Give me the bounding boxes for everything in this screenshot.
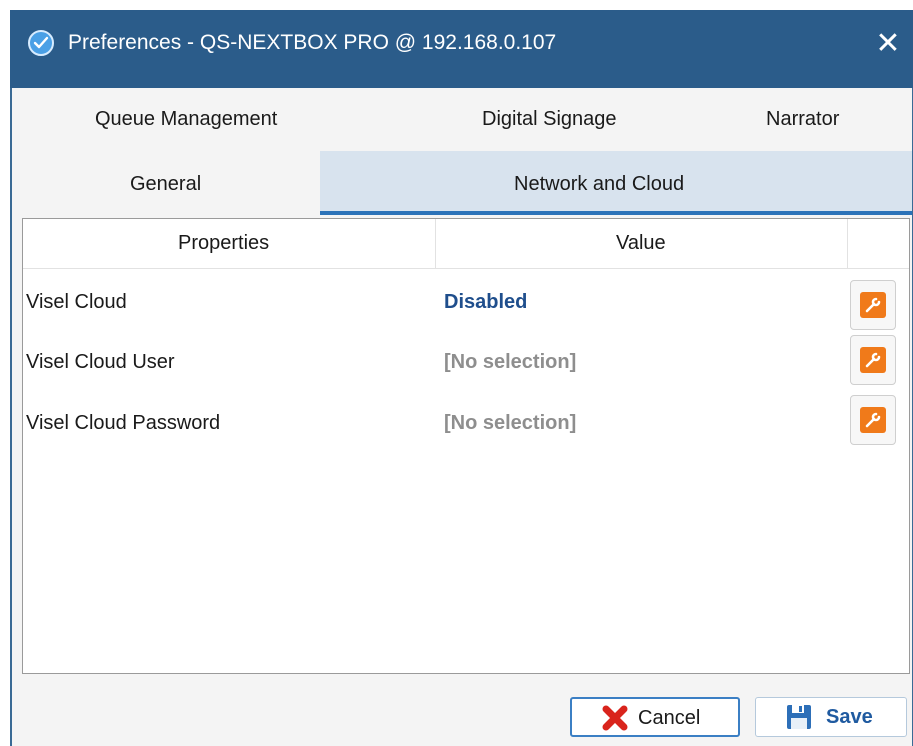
edit-visel-cloud-user-button[interactable] (850, 335, 896, 385)
column-header-value[interactable]: Value (616, 232, 666, 255)
red-x-icon (600, 704, 630, 732)
save-button-label: Save (826, 706, 873, 728)
close-button[interactable]: ✕ (868, 24, 908, 64)
column-header-properties[interactable]: Properties (178, 232, 269, 255)
wrench-icon (860, 407, 886, 433)
tab-narrator[interactable]: Narrator (766, 108, 839, 131)
tab-general[interactable]: General (130, 173, 201, 196)
floppy-disk-icon (784, 703, 814, 731)
cancel-button-label: Cancel (638, 707, 701, 729)
wrench-icon (860, 347, 886, 373)
properties-grid (22, 218, 910, 674)
tab-digital-signage[interactable]: Digital Signage (482, 108, 617, 131)
tab-queue-management[interactable]: Queue Management (95, 108, 277, 131)
edit-visel-cloud-password-button[interactable] (850, 395, 896, 445)
property-label-visel-cloud-user: Visel Cloud User (26, 351, 175, 373)
property-value-visel-cloud-password[interactable]: [No selection] (444, 412, 576, 435)
app-logo-icon (28, 30, 54, 56)
edit-visel-cloud-button[interactable] (850, 280, 896, 330)
property-value-visel-cloud[interactable]: Disabled (444, 291, 527, 314)
title-bar: Preferences - QS-NEXTBOX PRO @ 192.168.0… (0, 0, 913, 88)
column-divider (435, 219, 436, 269)
property-label-visel-cloud: Visel Cloud (26, 291, 127, 313)
property-label-visel-cloud-password: Visel Cloud Password (26, 412, 221, 434)
column-divider (847, 219, 848, 269)
tab-network-and-cloud-label[interactable]: Network and Cloud (514, 173, 684, 196)
window-title: Preferences - QS-NEXTBOX PRO @ 192.168.0… (68, 31, 557, 54)
cancel-button[interactable]: Cancel (570, 697, 740, 737)
preferences-window: Preferences - QS-NEXTBOX PRO @ 192.168.0… (0, 0, 913, 746)
save-button[interactable]: Save (755, 697, 907, 737)
property-value-visel-cloud-user[interactable]: [No selection] (444, 351, 576, 374)
active-tab-indicator (320, 211, 912, 215)
wrench-icon (860, 292, 886, 318)
grid-header-row (23, 219, 909, 269)
window-left-margin (0, 88, 10, 746)
